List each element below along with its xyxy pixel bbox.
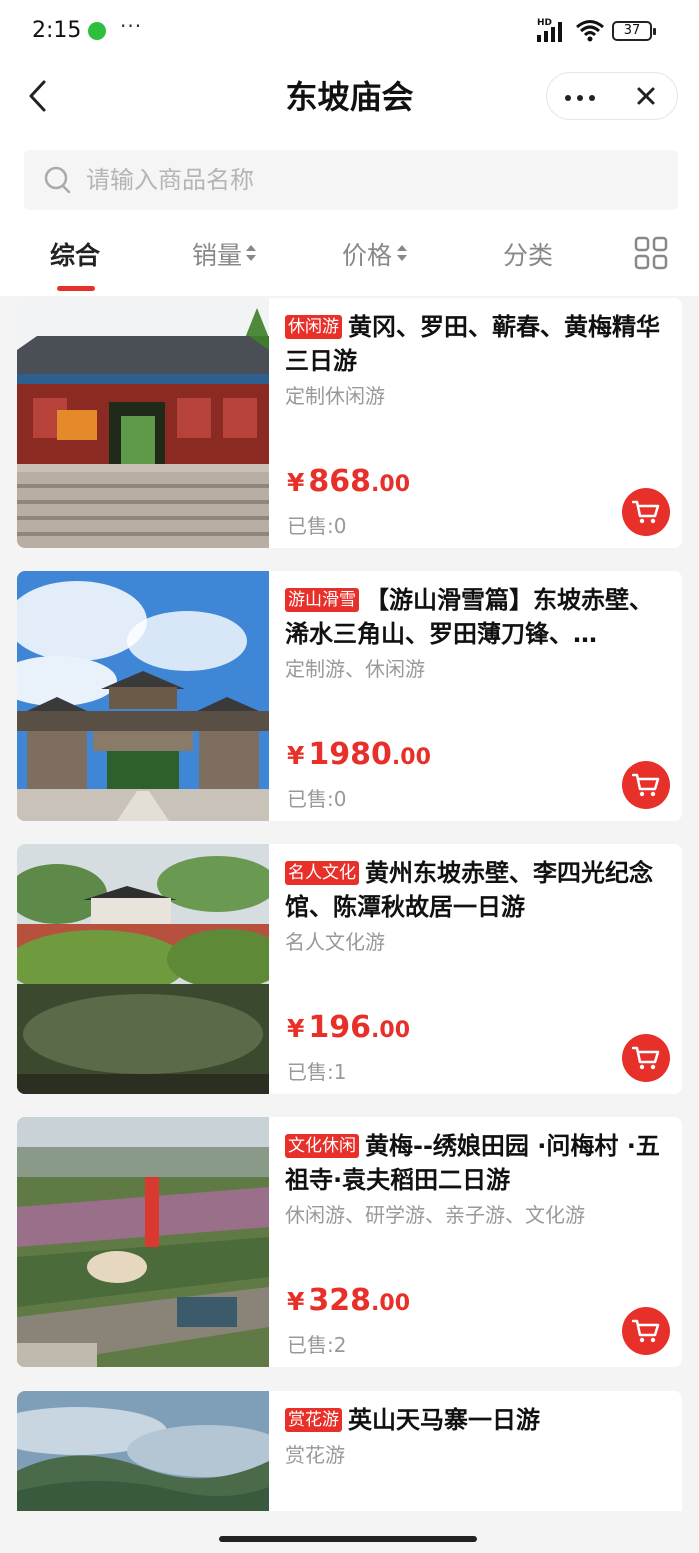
search-bar xyxy=(24,150,678,210)
more-options-button[interactable] xyxy=(547,73,613,119)
product-price: ¥328.00 xyxy=(287,1283,410,1318)
price-integer: 196 xyxy=(308,1010,372,1045)
product-price: ¥868.00 xyxy=(287,464,410,499)
price-decimal: .00 xyxy=(371,1291,411,1316)
wechat-icon xyxy=(88,22,106,40)
header-area: 2:15 ··· HD 37 东坡庙会 请输入商品名称 综合 销量 价格 分类 xyxy=(0,0,699,296)
wifi-icon xyxy=(576,20,604,42)
sold-count: 已售:2 xyxy=(287,1333,347,1357)
product-subtitle: 赏花游 xyxy=(285,1443,345,1467)
product-title: 名人文化 黄州东坡赤壁、李四光纪念馆、陈潭秋故居一日游 xyxy=(285,856,670,924)
active-tab-indicator xyxy=(57,286,95,291)
price-decimal: .00 xyxy=(371,472,411,497)
search-input[interactable] xyxy=(86,160,646,200)
home-indicator xyxy=(219,1536,477,1542)
sort-arrows-icon xyxy=(246,245,256,261)
mini-program-capsule xyxy=(546,72,678,120)
status-bar: 2:15 ··· HD 37 xyxy=(0,0,699,62)
price-integer: 328 xyxy=(308,1283,372,1318)
product-tag: 休闲游 xyxy=(285,315,342,339)
price-decimal: .00 xyxy=(391,745,431,770)
signal-icon xyxy=(537,22,562,42)
product-tag: 赏花游 xyxy=(285,1408,342,1432)
tab-sales[interactable]: 销量 xyxy=(192,236,242,276)
product-image xyxy=(17,844,269,1094)
add-to-cart-button[interactable] xyxy=(622,1034,670,1082)
product-card[interactable]: 休闲游 黄冈、罗田、蕲春、黄梅精华三日游 定制休闲游 ¥868.00 已售:0 xyxy=(17,298,682,548)
sold-count: 已售:0 xyxy=(287,787,347,811)
add-to-cart-button[interactable] xyxy=(622,1307,670,1355)
add-to-cart-button[interactable] xyxy=(622,488,670,536)
tab-price-label: 价格 xyxy=(342,241,393,270)
cart-icon xyxy=(632,500,660,524)
product-title: 休闲游 黄冈、罗田、蕲春、黄梅精华三日游 xyxy=(285,310,670,378)
product-tag: 文化休闲 xyxy=(285,1134,359,1158)
currency-symbol: ¥ xyxy=(287,1014,305,1043)
search-icon xyxy=(44,166,71,194)
back-arrow-icon[interactable] xyxy=(24,74,54,118)
product-card[interactable]: 名人文化 黄州东坡赤壁、李四光纪念馆、陈潭秋故居一日游 名人文化游 ¥196.00… xyxy=(17,844,682,1094)
product-subtitle: 定制游、休闲游 xyxy=(285,657,425,681)
product-card[interactable]: 赏花游 英山天马寨一日游 赏花游 xyxy=(17,1391,682,1511)
product-title: 游山滑雪 【游山滑雪篇】东坡赤壁、浠水三角山、罗田薄刀锋、… xyxy=(285,583,670,651)
cart-icon xyxy=(632,1319,660,1343)
product-tag: 游山滑雪 xyxy=(285,588,359,612)
product-title: 文化休闲 黄梅--绣娘田园 ·问梅村 ·五祖寺·袁夫稻田二日游 xyxy=(285,1129,670,1197)
currency-symbol: ¥ xyxy=(287,741,305,770)
sold-count: 已售:1 xyxy=(287,1060,347,1084)
dot-icon xyxy=(589,95,595,101)
product-image xyxy=(17,1117,269,1367)
product-tag: 名人文化 xyxy=(285,861,359,885)
product-subtitle: 名人文化游 xyxy=(285,930,385,954)
product-card[interactable]: 游山滑雪 【游山滑雪篇】东坡赤壁、浠水三角山、罗田薄刀锋、… 定制游、休闲游 ¥1… xyxy=(17,571,682,821)
close-icon xyxy=(637,87,655,105)
currency-symbol: ¥ xyxy=(287,1287,305,1316)
status-more-indicator: ··· xyxy=(120,14,143,38)
product-subtitle: 休闲游、研学游、亲子游、文化游 xyxy=(285,1203,585,1227)
product-card[interactable]: 文化休闲 黄梅--绣娘田园 ·问梅村 ·五祖寺·袁夫稻田二日游 休闲游、研学游、亲… xyxy=(17,1117,682,1367)
battery-icon: 37 xyxy=(612,21,656,41)
tab-sales-label: 销量 xyxy=(192,241,243,270)
product-image xyxy=(17,1391,269,1511)
cart-icon xyxy=(632,1046,660,1070)
product-title-text: 英山天马寨一日游 xyxy=(348,1406,540,1434)
currency-symbol: ¥ xyxy=(287,468,305,497)
add-to-cart-button[interactable] xyxy=(622,761,670,809)
close-button[interactable] xyxy=(613,73,679,119)
product-price: ¥1980.00 xyxy=(287,737,431,772)
price-integer: 868 xyxy=(308,464,372,499)
product-subtitle: 定制休闲游 xyxy=(285,384,385,408)
sold-count: 已售:0 xyxy=(287,514,347,538)
tab-comprehensive[interactable]: 综合 xyxy=(50,236,100,276)
tab-price[interactable]: 价格 xyxy=(342,236,392,276)
sort-arrows-icon xyxy=(397,245,407,261)
dot-icon xyxy=(577,95,583,101)
cart-icon xyxy=(632,773,660,797)
product-image xyxy=(17,298,269,548)
grid-view-icon[interactable] xyxy=(634,236,668,270)
price-decimal: .00 xyxy=(371,1018,411,1043)
status-time: 2:15 xyxy=(32,18,82,43)
dot-icon xyxy=(565,95,571,101)
product-price: ¥196.00 xyxy=(287,1010,410,1045)
tab-category[interactable]: 分类 xyxy=(503,236,553,276)
product-title: 赏花游 英山天马寨一日游 xyxy=(285,1403,670,1437)
product-image xyxy=(17,571,269,821)
price-integer: 1980 xyxy=(308,737,392,772)
